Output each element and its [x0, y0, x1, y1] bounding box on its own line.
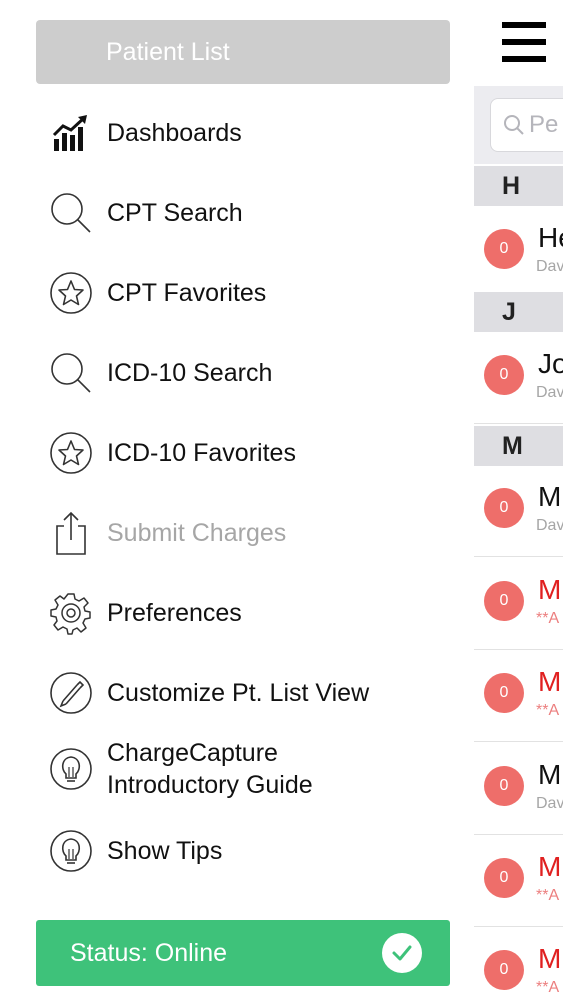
- navigation-drawer: Patient List Dashboards CPT Search CPT F…: [0, 0, 474, 1000]
- hamburger-menu-icon[interactable]: [502, 22, 546, 62]
- search-icon: [504, 115, 524, 135]
- menu-item-label: Submit Charges: [107, 518, 287, 547]
- lightbulb-circle-icon: [48, 746, 94, 792]
- lightbulb-circle-icon: [48, 828, 94, 874]
- patient-subtitle: **A: [536, 887, 560, 904]
- patient-row[interactable]: 0 Jo Dav: [474, 332, 563, 424]
- menu-item-label: Dashboards: [107, 118, 242, 147]
- menu-item-label: Customize Pt. List View: [107, 678, 370, 707]
- menu-item-label: Preferences: [107, 598, 242, 627]
- patient-row[interactable]: 0 M **A: [474, 835, 563, 927]
- menu-item-dashboards[interactable]: Dashboards: [0, 98, 474, 168]
- count-badge: 0: [484, 950, 524, 990]
- patient-subtitle: Dav: [536, 258, 563, 275]
- menu-item-icd10-favorites[interactable]: ICD-10 Favorites: [0, 418, 474, 488]
- menu-item-label: ICD-10 Favorites: [107, 438, 296, 467]
- patient-subtitle: Dav: [536, 517, 563, 534]
- section-header-m: M: [474, 426, 563, 466]
- menu-item-cpt-favorites[interactable]: CPT Favorites: [0, 258, 474, 328]
- patient-subtitle: Dav: [536, 795, 563, 812]
- count-badge: 0: [484, 229, 524, 269]
- patient-list-button[interactable]: Patient List: [36, 20, 450, 84]
- menu-item-customize-list-view[interactable]: Customize Pt. List View: [0, 658, 474, 728]
- patient-name: M: [538, 943, 562, 974]
- patient-subtitle: Dav: [536, 384, 563, 401]
- search-placeholder: Pe: [529, 111, 559, 138]
- search-bar: Pe: [474, 86, 563, 164]
- patient-list-pane: Pe H 0 He Dav J 0 Jo Dav M 0 M Dav 0 M *…: [474, 0, 563, 1000]
- count-badge: 0: [484, 766, 524, 806]
- menu-item-introductory-guide[interactable]: ChargeCapture Introductory Guide: [0, 734, 474, 804]
- patient-row[interactable]: 0 M Dav: [474, 743, 563, 835]
- chart-bars-icon: [48, 110, 94, 156]
- menu-item-icd10-search[interactable]: ICD-10 Search: [0, 338, 474, 408]
- star-circle-icon: [48, 270, 94, 316]
- pencil-circle-icon: [48, 670, 94, 716]
- patient-subtitle: **A: [536, 979, 560, 996]
- patient-row[interactable]: 0 M **A: [474, 927, 563, 1000]
- menu-item-label: CPT Search: [107, 198, 243, 227]
- menu-item-label: CPT Favorites: [107, 278, 267, 307]
- menu-item-cpt-search[interactable]: CPT Search: [0, 178, 474, 248]
- patient-name: M: [538, 666, 562, 697]
- menu-item-label: ChargeCapture Introductory Guide: [107, 739, 313, 799]
- patient-row[interactable]: 0 M Dav: [474, 465, 563, 557]
- patient-name: M: [538, 851, 562, 882]
- patient-name: He: [538, 222, 563, 253]
- status-label: Status: Online: [70, 938, 228, 967]
- menu-item-preferences[interactable]: Preferences: [0, 578, 474, 648]
- search-icon: [48, 350, 94, 396]
- patient-name: M: [538, 481, 562, 512]
- menu-item-submit-charges[interactable]: Submit Charges: [0, 498, 474, 568]
- menu-item-label: ICD-10 Search: [107, 358, 273, 387]
- star-circle-icon: [48, 430, 94, 476]
- checkmark-circle-icon: [382, 933, 422, 973]
- section-header-h: H: [474, 166, 563, 206]
- gear-icon: [48, 590, 94, 636]
- menu-item-show-tips[interactable]: Show Tips: [0, 816, 474, 886]
- count-badge: 0: [484, 858, 524, 898]
- share-upload-icon: [48, 510, 94, 556]
- search-icon: [48, 190, 94, 236]
- search-input[interactable]: Pe: [490, 98, 563, 152]
- patient-subtitle: **A: [536, 610, 560, 627]
- patient-subtitle: **A: [536, 702, 560, 719]
- patient-row[interactable]: 0 He Dav: [474, 206, 563, 298]
- status-bar[interactable]: Status: Online: [36, 920, 450, 986]
- count-badge: 0: [484, 673, 524, 713]
- patient-row[interactable]: 0 M **A: [474, 650, 563, 742]
- count-badge: 0: [484, 488, 524, 528]
- menu-item-label: Show Tips: [107, 836, 223, 865]
- patient-row[interactable]: 0 M **A: [474, 558, 563, 650]
- patient-name: Jo: [538, 348, 563, 379]
- count-badge: 0: [484, 581, 524, 621]
- patient-name: M: [538, 574, 562, 605]
- patient-name: M: [538, 759, 562, 790]
- count-badge: 0: [484, 355, 524, 395]
- section-header-j: J: [474, 292, 563, 332]
